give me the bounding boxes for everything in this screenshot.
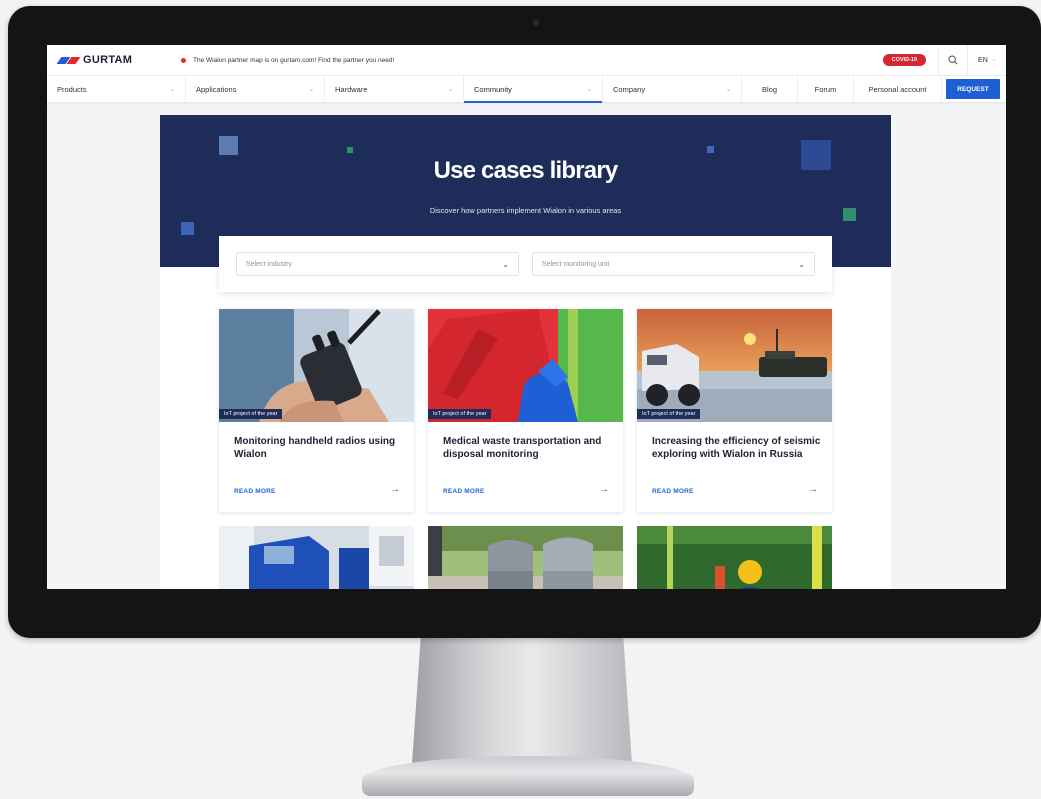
screen: GURTAM The Wialon partner map is on gurt… xyxy=(47,45,1006,589)
use-case-card[interactable]: IoT project of the year Monitoring handh… xyxy=(219,309,414,512)
monitor-stand-base xyxy=(362,756,694,796)
page-title: Use cases library xyxy=(433,157,619,184)
read-more-link[interactable]: READ MORE xyxy=(443,488,485,495)
card-image-medical-waste: IoT project of the year xyxy=(428,309,623,422)
announcement-dot-icon xyxy=(181,57,186,63)
chevron-down-icon: ⌄ xyxy=(308,86,314,93)
read-more-link[interactable]: READ MORE xyxy=(234,488,276,495)
use-case-card[interactable]: IoT project of the year Increasing the e… xyxy=(637,309,832,512)
logo-text: GURTAM xyxy=(83,54,133,66)
nav-item-label: Personal account xyxy=(868,84,927,94)
top-bar-right: COVID-19 EN ⌄ xyxy=(882,45,1006,76)
card-image-seismic: IoT project of the year xyxy=(637,309,832,422)
nav-item-applications[interactable]: Applications ⌄ xyxy=(186,76,325,102)
nav-item-company[interactable]: Company ⌄ xyxy=(603,76,742,102)
main-nav: Products ⌄ Applications ⌄ Hardware ⌄ Com… xyxy=(47,76,1006,103)
card-tag: IoT project of the year xyxy=(428,409,492,419)
announcement-bar[interactable]: The Wialon partner map is on gurtam.com!… xyxy=(181,57,394,64)
page-subtitle: Discover how partners implement Wialon i… xyxy=(429,206,622,215)
industry-select[interactable]: Select industry ⌄ xyxy=(236,252,519,276)
chevron-down-icon: ⌄ xyxy=(586,86,592,93)
card-image-radio: IoT project of the year xyxy=(219,309,414,422)
search-button[interactable] xyxy=(939,45,967,76)
nav-item-forum[interactable]: Forum xyxy=(798,76,854,102)
card-tag: IoT project of the year xyxy=(637,409,701,419)
card-tag: IoT project of the year xyxy=(219,409,283,419)
top-bar: GURTAM The Wialon partner map is on gurt… xyxy=(47,45,1006,76)
nav-item-personal-account[interactable]: Personal account xyxy=(854,76,942,102)
chevron-down-icon: ⌄ xyxy=(798,259,805,269)
filter-panel: Select industry ⌄ Select monitoring unit… xyxy=(219,236,832,292)
logo-mark-icon xyxy=(56,56,81,64)
decor-square xyxy=(219,136,238,155)
industry-select-placeholder: Select industry xyxy=(246,260,292,268)
monitoring-unit-select[interactable]: Select monitoring unit ⌄ xyxy=(532,252,815,276)
chevron-down-icon: ⌄ xyxy=(447,86,453,93)
page-content: Use cases library Discover how partners … xyxy=(160,115,891,589)
chevron-down-icon: ⌄ xyxy=(502,259,509,269)
read-more-link[interactable]: READ MORE xyxy=(652,488,694,495)
nav-item-blog[interactable]: Blog xyxy=(742,76,798,102)
monitoring-unit-select-placeholder: Select monitoring unit xyxy=(542,260,610,268)
nav-item-community[interactable]: Community ⌄ xyxy=(464,76,603,103)
monitor-stand-neck xyxy=(412,636,632,764)
use-case-card-image-bins[interactable] xyxy=(428,526,623,589)
card-title[interactable]: Monitoring handheld radios using Wialon xyxy=(234,436,404,461)
nav-item-label: Community xyxy=(474,84,512,94)
nav-item-label: Company xyxy=(613,84,646,94)
webcam xyxy=(533,20,539,26)
nav-item-label: Products xyxy=(57,84,87,94)
chevron-down-icon: ⌄ xyxy=(991,57,996,63)
decor-square xyxy=(181,222,194,235)
card-title[interactable]: Medical waste transportation and disposa… xyxy=(443,436,613,461)
request-button[interactable]: REQUEST xyxy=(946,79,1000,99)
language-label: EN xyxy=(978,56,988,64)
arrow-right-icon[interactable]: → xyxy=(599,484,609,495)
nav-item-label: Hardware xyxy=(335,84,368,94)
nav-item-hardware[interactable]: Hardware ⌄ xyxy=(325,76,464,102)
nav-item-label: Blog xyxy=(761,84,777,94)
nav-item-label: Applications xyxy=(196,84,237,94)
use-case-card-image-worker[interactable] xyxy=(637,526,832,589)
arrow-right-icon[interactable]: → xyxy=(808,484,818,495)
use-case-card-image-trucks[interactable] xyxy=(219,526,414,589)
chevron-down-icon: ⌄ xyxy=(725,86,731,93)
arrow-right-icon[interactable]: → xyxy=(390,484,400,495)
language-selector[interactable]: EN ⌄ xyxy=(968,57,1006,64)
decor-square xyxy=(347,147,353,153)
chevron-down-icon: ⌄ xyxy=(169,86,175,93)
announcement-text: The Wialon partner map is on gurtam.com!… xyxy=(193,56,395,64)
nav-item-label: Forum xyxy=(814,84,837,94)
use-case-card[interactable]: IoT project of the year Medical waste tr… xyxy=(428,309,623,512)
nav-item-products[interactable]: Products ⌄ xyxy=(47,76,186,102)
decor-square xyxy=(707,146,714,153)
gurtam-logo[interactable]: GURTAM xyxy=(56,54,169,66)
search-icon xyxy=(948,55,958,65)
card-title[interactable]: Increasing the efficiency of seismic exp… xyxy=(652,436,822,461)
covid-badge[interactable]: COVID-19 xyxy=(882,54,926,66)
